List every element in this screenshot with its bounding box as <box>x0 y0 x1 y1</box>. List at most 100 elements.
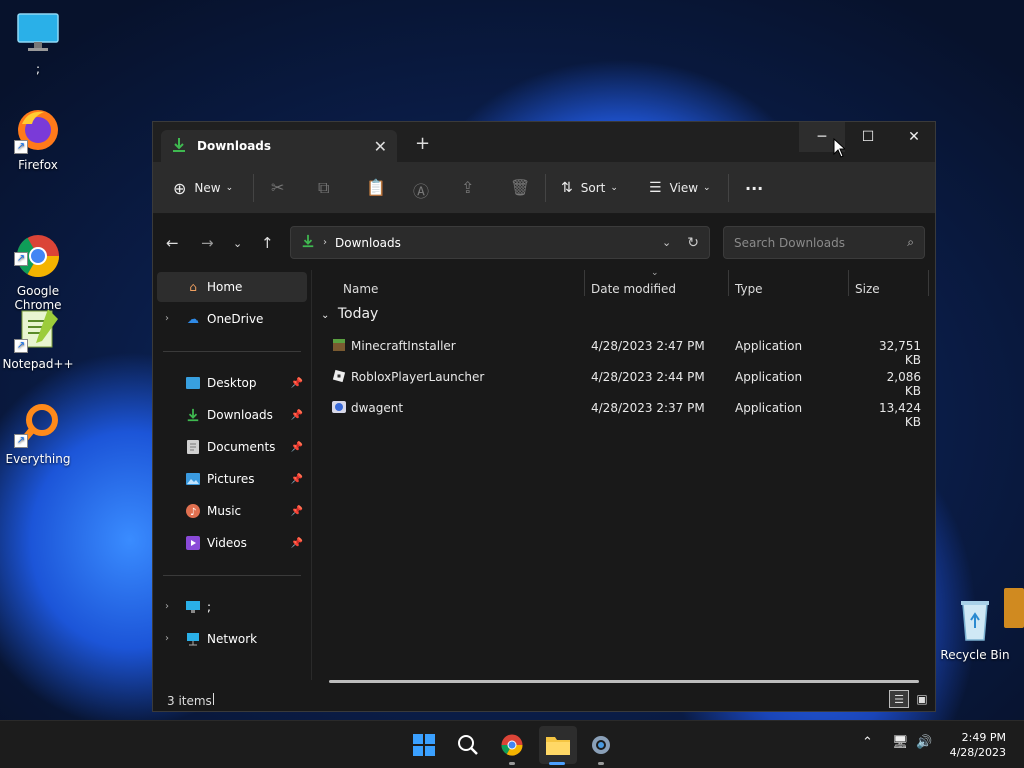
pane-splitter[interactable] <box>311 270 312 680</box>
search-icon: ⌕ <box>907 235 914 249</box>
shortcut-arrow-icon: ↗ <box>14 339 28 353</box>
video-icon <box>185 535 201 551</box>
sidebar-item-documents[interactable]: Documents 📌 <box>157 432 307 462</box>
group-label: Today <box>337 306 379 322</box>
sort-button[interactable]: ⇅ Sort ⌄ <box>561 176 618 200</box>
address-dropdown-icon[interactable]: ⌄ <box>662 236 671 249</box>
view-button[interactable]: ☰ View ⌄ <box>649 176 711 200</box>
sidebar-item-music[interactable]: ♪ Music 📌 <box>157 496 307 526</box>
music-icon: ♪ <box>185 503 201 519</box>
close-tab-icon[interactable]: ✕ <box>374 137 387 156</box>
new-label: New <box>194 181 221 195</box>
desktop-icon-notepadpp[interactable]: ↗ Notepad++ <box>0 305 76 371</box>
network-status-icon[interactable]: 🖥 <box>892 735 909 750</box>
sidebar-divider <box>163 575 301 576</box>
column-header-name[interactable]: Name <box>343 282 378 304</box>
sort-indicator-icon: ⌄ <box>651 268 659 278</box>
search-input[interactable] <box>734 235 908 250</box>
desktop-icon-firefox[interactable]: ↗ Firefox <box>0 106 76 172</box>
close-window-button[interactable]: ✕ <box>891 122 937 152</box>
column-divider[interactable] <box>928 270 929 296</box>
search-taskbar-button[interactable] <box>454 731 482 759</box>
group-header-today[interactable]: ⌄ Today <box>321 306 378 322</box>
table-row[interactable] <box>323 450 923 480</box>
taskbar-settings[interactable] <box>587 731 615 759</box>
column-divider[interactable] <box>584 270 585 296</box>
desktop-icon-thispc[interactable]: ; <box>0 10 76 76</box>
file-date: 4/28/2023 2:44 PM <box>591 370 705 384</box>
collapse-chevron-icon: ⌄ <box>321 310 330 321</box>
sidebar-item-network[interactable]: Network <box>157 624 307 654</box>
up-arrow-icon[interactable]: ↑ <box>261 234 274 252</box>
maximize-button[interactable]: ☐ <box>845 122 891 152</box>
sidebar-item-onedrive[interactable]: ☁ OneDrive <box>157 304 307 334</box>
toolbar-divider <box>253 174 254 202</box>
desktop-icon-recycle-bin[interactable]: Recycle Bin <box>937 596 1013 662</box>
show-hidden-icons-icon[interactable]: ⌃ <box>862 735 873 750</box>
start-button[interactable] <box>410 731 438 759</box>
chrome-icon: ↗ <box>14 218 62 278</box>
table-row[interactable]: RobloxPlayerLauncher 4/28/2023 2:44 PM A… <box>329 362 929 398</box>
volume-icon[interactable]: 🔊 <box>916 735 932 750</box>
forward-arrow-icon[interactable]: → <box>201 234 214 252</box>
file-name: MinecraftInstaller <box>351 339 456 353</box>
sidebar-item-videos[interactable]: Videos 📌 <box>157 528 307 558</box>
taskbar-file-explorer[interactable] <box>539 726 577 764</box>
tiles-view-icon[interactable]: ▣ <box>913 690 931 708</box>
svg-text:♪: ♪ <box>190 507 196 518</box>
sidebar-item-downloads[interactable]: Downloads 📌 <box>157 400 307 430</box>
recent-chevron-icon[interactable]: ⌄ <box>233 237 242 250</box>
share-icon[interactable]: ⇪ <box>461 178 474 197</box>
file-type: Application <box>735 401 803 415</box>
cloud-icon: ☁ <box>187 312 199 326</box>
pin-icon[interactable]: 📌 <box>291 474 303 485</box>
column-divider[interactable] <box>728 270 729 296</box>
pin-icon[interactable]: 📌 <box>291 378 303 389</box>
column-divider[interactable] <box>848 270 849 296</box>
column-header-date[interactable]: Date modified <box>591 282 676 304</box>
windows-logo-icon <box>413 734 435 756</box>
sidebar-divider <box>163 351 301 352</box>
tray-widget-icon[interactable] <box>1004 588 1024 628</box>
more-options-button[interactable]: ··· <box>745 176 763 200</box>
sidebar-item-home[interactable]: ⌂ Home <box>157 272 307 302</box>
sidebar-label: Home <box>207 280 243 294</box>
tab-downloads[interactable]: Downloads ✕ <box>161 130 397 162</box>
search-box[interactable]: ⌕ <box>723 226 925 259</box>
pin-icon[interactable]: 📌 <box>291 506 303 517</box>
refresh-icon[interactable]: ↻ <box>687 235 699 251</box>
desktop-icon-everything[interactable]: ↗ Everything <box>0 400 76 466</box>
shortcut-arrow-icon: ↗ <box>14 434 28 448</box>
column-header-type[interactable]: Type <box>735 282 763 304</box>
breadcrumb-downloads[interactable]: Downloads <box>335 236 662 250</box>
pin-icon[interactable]: 📌 <box>291 538 303 549</box>
paste-icon[interactable]: 📋 <box>366 178 386 197</box>
desktop-icon-label: Notepad++ <box>2 357 74 371</box>
sort-icon: ⇅ <box>561 180 573 196</box>
shortcut-arrow-icon: ↗ <box>14 252 28 266</box>
new-button[interactable]: ⊕ New ⌄ <box>173 176 233 200</box>
cut-icon[interactable]: ✂ <box>271 178 284 197</box>
taskbar-chrome[interactable] <box>498 731 526 759</box>
sidebar-item-pictures[interactable]: Pictures 📌 <box>157 464 307 494</box>
rename-icon[interactable]: Ⓐ <box>413 178 429 202</box>
new-tab-button[interactable]: + <box>415 133 430 154</box>
copy-icon[interactable]: ⧉ <box>318 178 329 198</box>
delete-icon[interactable]: 🗑 <box>510 178 530 197</box>
table-row[interactable]: dwagent 4/28/2023 2:37 PM Application 13… <box>329 393 929 429</box>
more-icon: ··· <box>745 178 764 198</box>
sidebar-item-desktop[interactable]: Desktop 📌 <box>157 368 307 398</box>
column-header-size[interactable]: Size <box>855 282 880 304</box>
system-clock[interactable]: 2:49 PM 4/28/2023 <box>950 730 1006 760</box>
details-view-icon[interactable]: ☰ <box>889 690 909 708</box>
pin-icon[interactable]: 📌 <box>291 410 303 421</box>
sidebar-item-thispc[interactable]: ; <box>157 592 307 622</box>
pin-icon[interactable]: 📌 <box>291 442 303 453</box>
back-arrow-icon[interactable]: ← <box>166 234 179 252</box>
desktop-icon-label: Everything <box>5 452 71 466</box>
address-bar[interactable]: › Downloads ⌄ ↻ <box>290 226 710 259</box>
title-bar: Downloads ✕ + ─ ☐ ✕ <box>153 122 935 162</box>
everything-icon: ↗ <box>14 400 62 448</box>
horizontal-scrollbar[interactable] <box>329 680 919 683</box>
table-row[interactable]: MinecraftInstaller 4/28/2023 2:47 PM App… <box>329 331 929 367</box>
